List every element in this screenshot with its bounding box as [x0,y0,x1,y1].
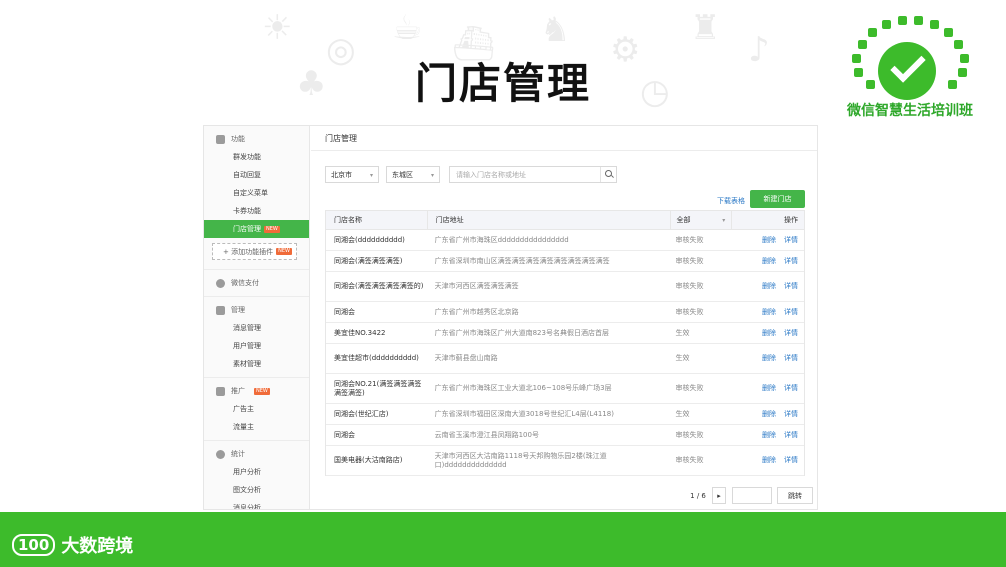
sidebar-item-store-management[interactable]: 门店管理 NEW [204,220,309,238]
scooter-icon: ♞ [540,10,571,50]
delete-link[interactable]: 删除 [762,456,776,465]
sidebar-item-messages[interactable]: 消息管理 [204,319,309,337]
table-row: 同湘会 云南省玉溪市澄江县凤翔路100号 审核失败 删除 详情 [326,425,804,446]
detail-link[interactable]: 详情 [784,384,798,393]
divider [311,150,817,151]
delete-link[interactable]: 删除 [762,410,776,419]
column-header-address: 门店地址 [426,211,670,229]
column-header-actions: 操作 [731,211,804,229]
bulb-icon: ☀ [262,8,293,48]
jump-button[interactable]: 跳转 [777,487,813,504]
chevron-down-icon: ▾ [369,172,373,179]
detail-link[interactable]: 详情 [784,354,798,363]
sidebar-item-article-analysis[interactable]: 图文分析 [204,481,309,499]
city-select[interactable]: 北京市 ▾ [325,166,379,183]
column-header-name: 门店名称 [334,216,362,224]
hydrant-icon: ♜ [690,8,721,48]
table-row: 同湘会(dddddddddd) 广东省广州市海珠区ddddddddddddddd… [326,230,804,251]
chevron-down-icon: ▾ [722,217,726,224]
search-input[interactable] [450,167,600,182]
detail-link[interactable]: 详情 [784,410,798,419]
chevron-down-icon: ▾ [430,172,434,179]
sidebar-group-statistics: 统计 用户分析 图文分析 消息分析 [204,441,309,509]
delete-link[interactable]: 删除 [762,354,776,363]
main-content: 门店管理 北京市 ▾ 东城区 ▾ 下载表格 新建门店 门店名称 门店地址 全部 … [311,126,817,509]
delete-link[interactable]: 删除 [762,236,776,245]
new-store-button[interactable]: 新建门店 [750,190,805,208]
new-badge: NEW [276,248,292,255]
delete-link[interactable]: 删除 [762,308,776,317]
search-icon[interactable] [600,167,616,182]
status-filter-dropdown[interactable]: 全部 ▾ [669,211,732,229]
next-page-button[interactable]: ▸ [712,487,726,504]
brand-logo-mark: 100 [12,534,56,556]
sidebar-group-features: 功能 群发功能 自动回复 自定义菜单 卡券功能 门店管理 NEW + 添加功能插… [204,126,309,270]
sidebar-group-wechat-pay[interactable]: 微信支付 [204,270,309,297]
delete-link[interactable]: 删除 [762,329,776,338]
page-jump-input[interactable] [732,487,772,504]
footer-band: 100 大数跨境 [0,512,1006,567]
page-indicator: 1 / 6 [684,487,712,504]
sidebar-item-auto-reply[interactable]: 自动回复 [204,166,309,184]
sidebar: 功能 群发功能 自动回复 自定义菜单 卡券功能 门店管理 NEW + 添加功能插… [204,126,310,509]
add-plugin-button[interactable]: + 添加功能插件 NEW [212,243,297,260]
table-header: 门店名称 门店地址 全部 ▾ 操作 [326,211,804,230]
detail-link[interactable]: 详情 [784,257,798,266]
chart-icon [216,449,225,459]
new-badge: NEW [254,387,270,395]
grid-icon [216,134,225,144]
sidebar-item-traffic-owners[interactable]: 流量主 [204,418,309,436]
sidebar-item-message-analysis[interactable]: 消息分析 [204,499,309,509]
megaphone-icon [216,386,225,396]
delete-link[interactable]: 删除 [762,282,776,291]
district-select[interactable]: 东城区 ▾ [386,166,440,183]
table-row: 同湘会(世纪汇店) 广东省深圳市福田区深南大道3018号世纪汇L4层(L4118… [326,404,804,425]
table-row: 国美电器(大沽南路店) 天津市河西区大沽南路1118号天邦购物乐园2楼(珠江道口… [326,446,804,476]
wechat-pay-icon [216,278,225,288]
table-row: 同湘会(满签满签满签) 广东省深圳市南山区满签满签满签满签满签满签满签满签 审核… [326,251,804,272]
logo-text: 微信智慧生活培训班 [847,103,973,119]
delete-link[interactable]: 删除 [762,431,776,440]
sidebar-item-materials[interactable]: 素材管理 [204,355,309,373]
folder-icon [216,305,225,315]
table-row: 同湘会 广东省广州市越秀区北京路 审核失败 删除 详情 [326,302,804,323]
download-table-link[interactable]: 下载表格 [717,196,745,206]
sidebar-item-label: 门店管理 [233,225,261,233]
table-row: 同湘会NO.21(满签满签满签满签满签) 广东省广州市海珠区工业大道北106~1… [326,374,804,404]
detail-link[interactable]: 详情 [784,236,798,245]
table-row: 同湘会(满签满签满签满签的) 天津市河西区满签满签满签 审核失败 删除 详情 [326,272,804,302]
page-title: 门店管理 [325,134,357,143]
detail-link[interactable]: 详情 [784,282,798,291]
sidebar-item-users[interactable]: 用户管理 [204,337,309,355]
wechat-smart-life-logo: 微信智慧生活培训班 [840,12,980,120]
cup-icon: ☕ [392,8,423,48]
delete-link[interactable]: 删除 [762,257,776,266]
sidebar-item-custom-menu[interactable]: 自定义菜单 [204,184,309,202]
footer-brand: 100 大数跨境 [12,532,133,558]
delete-link[interactable]: 删除 [762,384,776,393]
sidebar-group-header: 功能 [204,130,309,148]
stores-table: 门店名称 门店地址 全部 ▾ 操作 同湘会(dddddddddd) 广东省广州市… [325,210,805,476]
search-box [449,166,617,183]
table-row: 美宜佳超市(dddddddddd) 天津市蓟县盘山南路 生效 删除 详情 [326,344,804,374]
sidebar-group-management: 管理 消息管理 用户管理 素材管理 [204,297,309,378]
sidebar-item-broadcast[interactable]: 群发功能 [204,148,309,166]
detail-link[interactable]: 详情 [784,431,798,440]
new-badge: NEW [264,225,280,233]
detail-link[interactable]: 详情 [784,308,798,317]
sidebar-group-promotion: 推广 NEW 广告主 流量主 [204,378,309,441]
detail-link[interactable]: 详情 [784,329,798,338]
brand-name: 大数跨境 [61,536,134,557]
store-management-app: 功能 群发功能 自动回复 自定义菜单 卡券功能 门店管理 NEW + 添加功能插… [203,125,818,510]
detail-link[interactable]: 详情 [784,456,798,465]
sidebar-item-coupons[interactable]: 卡券功能 [204,202,309,220]
table-row: 美宜佳NO.3422 广东省广州市海珠区广州大道南823号名典假日酒店首层 生效… [326,323,804,344]
sidebar-item-user-analysis[interactable]: 用户分析 [204,463,309,481]
sidebar-item-advertisers[interactable]: 广告主 [204,400,309,418]
